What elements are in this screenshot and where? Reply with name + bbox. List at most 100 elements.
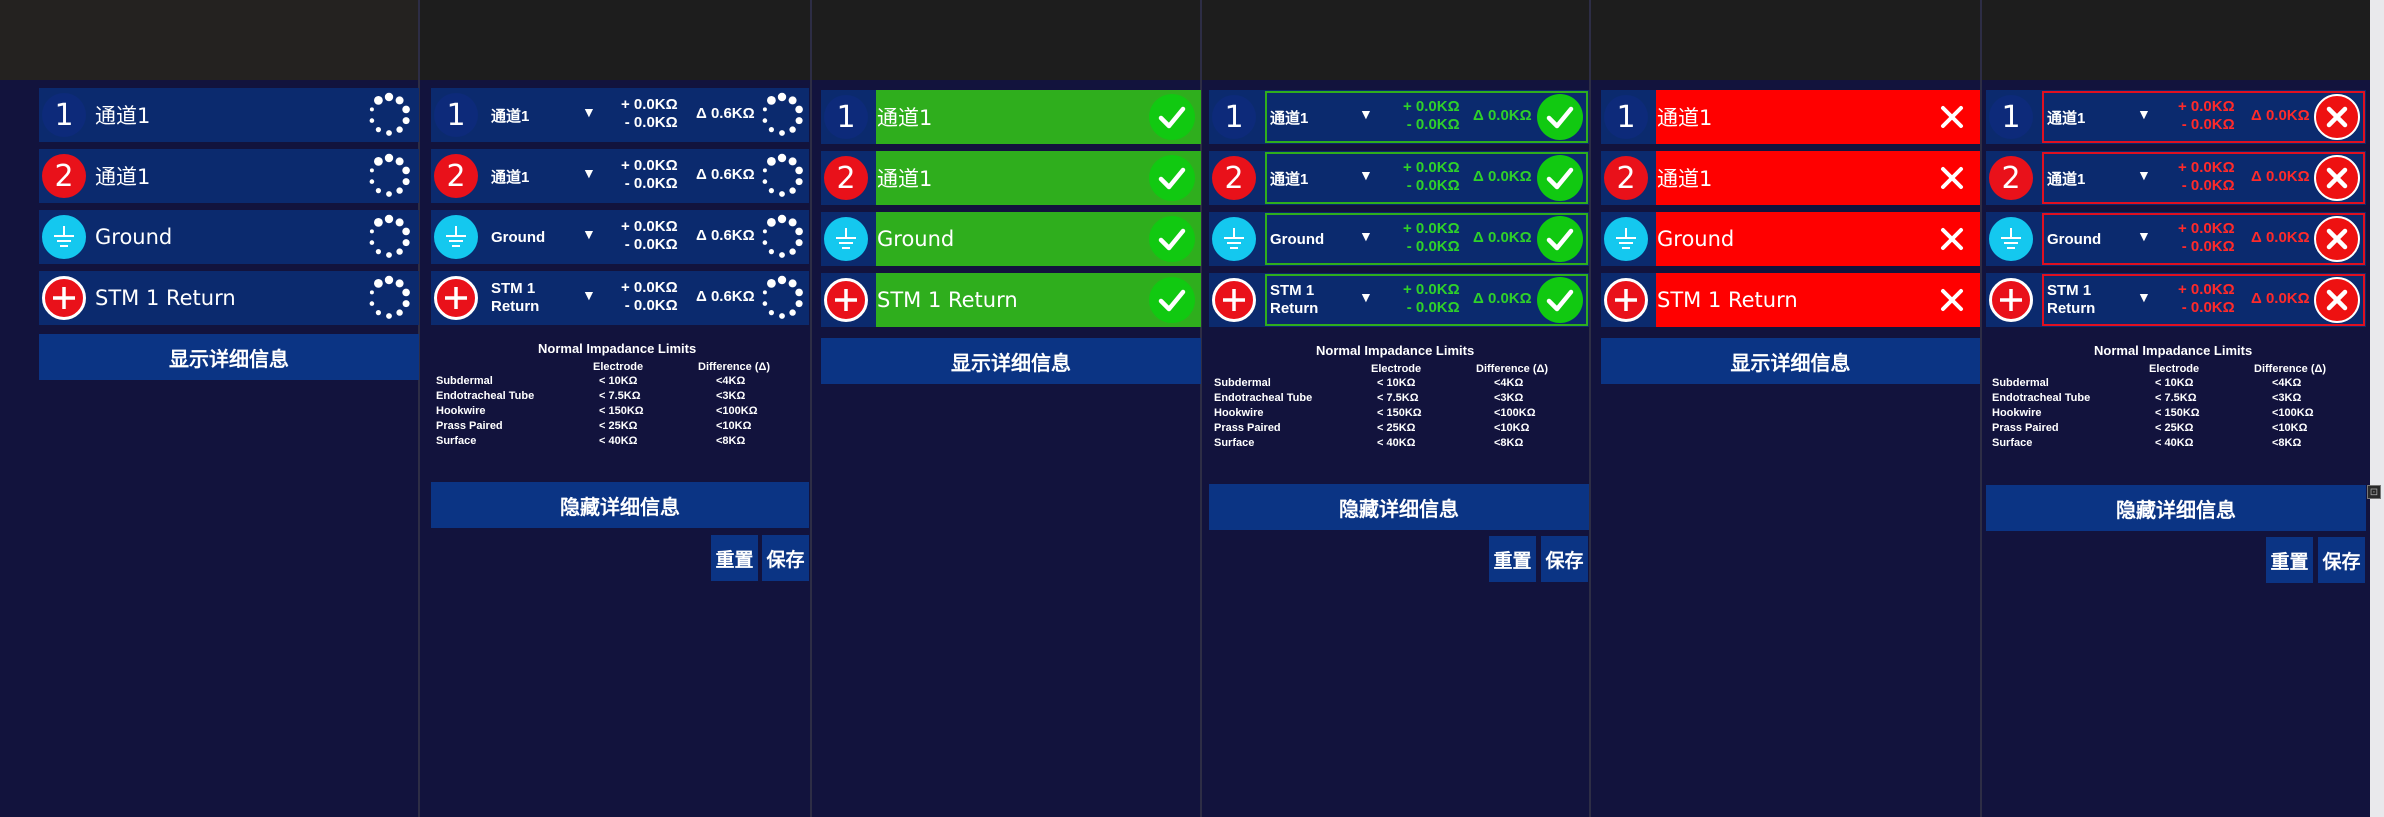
channel-row[interactable]: STM 1 Return ▼ + 0.0KΩ - 0.0KΩ Δ 0.6KΩ [431, 271, 809, 325]
impedance-delta: Δ 0.0KΩ [1473, 290, 1532, 307]
channel-row[interactable]: 2 通道1 [1601, 151, 1980, 205]
impedance-minus: - 0.0KΩ [2181, 238, 2235, 255]
chevron-down-icon[interactable]: ▼ [2137, 289, 2151, 305]
save-button[interactable]: 保存 [762, 535, 809, 581]
channel-row[interactable]: 2 通道1 ▼ + 0.0KΩ - 0.0KΩ Δ 0.0KΩ [1986, 151, 2366, 205]
channel-row[interactable]: STM 1 Return [39, 271, 419, 325]
hide-details-button[interactable]: 隐藏详细信息 [431, 482, 809, 528]
channel-label: STM 1 Return [95, 286, 236, 310]
scroll-corner-icon[interactable]: ⊡ [2367, 485, 2381, 499]
impedance-plus: + 0.0KΩ [2178, 220, 2235, 237]
limits-col-electrode: Electrode [593, 361, 644, 373]
impedance-delta: Δ 0.0KΩ [1473, 168, 1532, 185]
impedance-values: + 0.0KΩ - 0.0KΩ [1403, 281, 1460, 317]
channel-select-label: 通道1 [1270, 109, 1309, 127]
impedance-plus: + 0.0KΩ [2178, 281, 2235, 298]
label-line-1: STM 1 [491, 280, 536, 297]
close-icon [1929, 277, 1975, 323]
plus-icon [434, 276, 478, 320]
limits-row-name: Surface [1992, 437, 2033, 449]
chevron-down-icon[interactable]: ▼ [2137, 106, 2151, 122]
reset-button[interactable]: 重置 [2266, 537, 2313, 583]
limits-row-difference: <100KΩ [1494, 407, 1536, 419]
limits-col-difference: Difference (Δ) [698, 361, 771, 373]
check-icon [1537, 155, 1583, 201]
number-two-icon: 2 [434, 154, 478, 198]
number-one-icon: 1 [1604, 95, 1648, 139]
channel-row[interactable]: Ground [821, 212, 1201, 266]
limits-row-electrode: < 40KΩ [2155, 437, 2194, 449]
impedance-values: + 0.0KΩ - 0.0KΩ [621, 96, 678, 132]
check-icon [1149, 94, 1195, 140]
impedance-minus: - 0.0KΩ [624, 175, 678, 192]
impedance-minus: - 0.0KΩ [2181, 116, 2235, 133]
limits-row-difference: <10KΩ [1494, 422, 1530, 434]
impedance-limits-table: Normal Impadance Limits Electrode Differen… [431, 341, 811, 471]
channel-row[interactable]: STM 1 Return ▼ + 0.0KΩ - 0.0KΩ Δ 0.0KΩ [1986, 273, 2366, 327]
channel-row[interactable]: 2 通道1 ▼ + 0.0KΩ - 0.0KΩ Δ 0.0KΩ [1209, 151, 1589, 205]
chevron-down-icon[interactable]: ▼ [1359, 167, 1373, 183]
channel-row[interactable]: 1 通道1 [1601, 90, 1980, 144]
label-line-2: Return [1270, 300, 1319, 317]
chevron-down-icon[interactable]: ▼ [1359, 228, 1373, 244]
channel-row[interactable]: Ground [1601, 212, 1980, 266]
show-details-button[interactable]: 显示详细信息 [821, 338, 1201, 384]
limits-col-difference: Difference (Δ) [2254, 363, 2327, 375]
channel-label: 通道1 [95, 165, 151, 189]
chevron-down-icon[interactable]: ▼ [2137, 167, 2151, 183]
channel-row[interactable]: Ground [39, 210, 419, 264]
hide-details-button[interactable]: 隐藏详细信息 [1209, 484, 1589, 530]
impedance-plus: + 0.0KΩ [1403, 98, 1460, 115]
channel-row[interactable]: 2 通道1 ▼ + 0.0KΩ - 0.0KΩ Δ 0.6KΩ [431, 149, 809, 203]
number-one-icon: 1 [42, 93, 86, 137]
limits-row-difference: <10KΩ [2272, 422, 2308, 434]
limits-row-name: Hookwire [1992, 407, 2042, 419]
save-button[interactable]: 保存 [1541, 536, 1588, 582]
chevron-down-icon[interactable]: ▼ [582, 226, 596, 242]
show-details-button[interactable]: 显示详细信息 [39, 334, 419, 380]
channel-row[interactable]: 2 通道1 [39, 149, 419, 203]
channel-row[interactable]: 1 通道1 ▼ + 0.0KΩ - 0.0KΩ Δ 0.0KΩ [1986, 90, 2366, 144]
limits-row-difference: <8KΩ [716, 435, 746, 447]
channel-row[interactable]: Ground ▼ + 0.0KΩ - 0.0KΩ Δ 0.6KΩ [431, 210, 809, 264]
chevron-down-icon[interactable]: ▼ [582, 287, 596, 303]
limits-row-name: Prass Paired [436, 420, 503, 432]
chevron-down-icon[interactable]: ▼ [1359, 106, 1373, 122]
check-icon [1537, 277, 1583, 323]
limits-row-electrode: < 10KΩ [1377, 377, 1416, 389]
window-right-edge [2370, 0, 2384, 817]
channel-select-label: 通道1 [2047, 170, 2086, 188]
chevron-down-icon[interactable]: ▼ [582, 104, 596, 120]
impedance-delta: Δ 0.0KΩ [2251, 290, 2310, 307]
channel-select-label: 通道1 [491, 168, 530, 186]
chevron-down-icon[interactable]: ▼ [2137, 228, 2151, 244]
impedance-minus: - 0.0KΩ [624, 114, 678, 131]
save-button[interactable]: 保存 [2318, 537, 2365, 583]
limits-row-electrode: < 10KΩ [599, 375, 638, 387]
show-details-button[interactable]: 显示详细信息 [1601, 338, 1980, 384]
channel-row[interactable]: 1 通道1 ▼ + 0.0KΩ - 0.0KΩ Δ 0.0KΩ [1209, 90, 1589, 144]
channel-label: 通道1 [1657, 106, 1713, 130]
channel-label: STM 1 Return [1657, 288, 1798, 312]
channel-row[interactable]: 1 通道1 ▼ + 0.0KΩ - 0.0KΩ Δ 0.6KΩ [431, 88, 809, 142]
reset-button[interactable]: 重置 [711, 535, 758, 581]
limits-row-electrode: < 25KΩ [2155, 422, 2194, 434]
channel-row[interactable]: 1 通道1 [821, 90, 1201, 144]
channel-row[interactable]: STM 1 Return [1601, 273, 1980, 327]
channel-row[interactable]: Ground ▼ + 0.0KΩ - 0.0KΩ Δ 0.0KΩ [1209, 212, 1589, 266]
limits-row-difference: <100KΩ [2272, 407, 2314, 419]
chevron-down-icon[interactable]: ▼ [582, 165, 596, 181]
check-icon [1149, 216, 1195, 262]
channel-row[interactable]: Ground ▼ + 0.0KΩ - 0.0KΩ Δ 0.0KΩ [1986, 212, 2366, 266]
channel-row[interactable]: STM 1 Return [821, 273, 1201, 327]
channel-row[interactable]: 1 通道1 [39, 88, 419, 142]
impedance-delta: Δ 0.0KΩ [2251, 168, 2310, 185]
limits-row-difference: <4KΩ [2272, 377, 2302, 389]
impedance-values: + 0.0KΩ - 0.0KΩ [621, 157, 678, 193]
reset-button[interactable]: 重置 [1489, 536, 1536, 582]
chevron-down-icon[interactable]: ▼ [1359, 289, 1373, 305]
channel-row[interactable]: STM 1 Return ▼ + 0.0KΩ - 0.0KΩ Δ 0.0KΩ [1209, 273, 1589, 327]
limits-row-electrode: < 7.5KΩ [599, 390, 641, 402]
hide-details-button[interactable]: 隐藏详细信息 [1986, 485, 2366, 531]
channel-row[interactable]: 2 通道1 [821, 151, 1201, 205]
